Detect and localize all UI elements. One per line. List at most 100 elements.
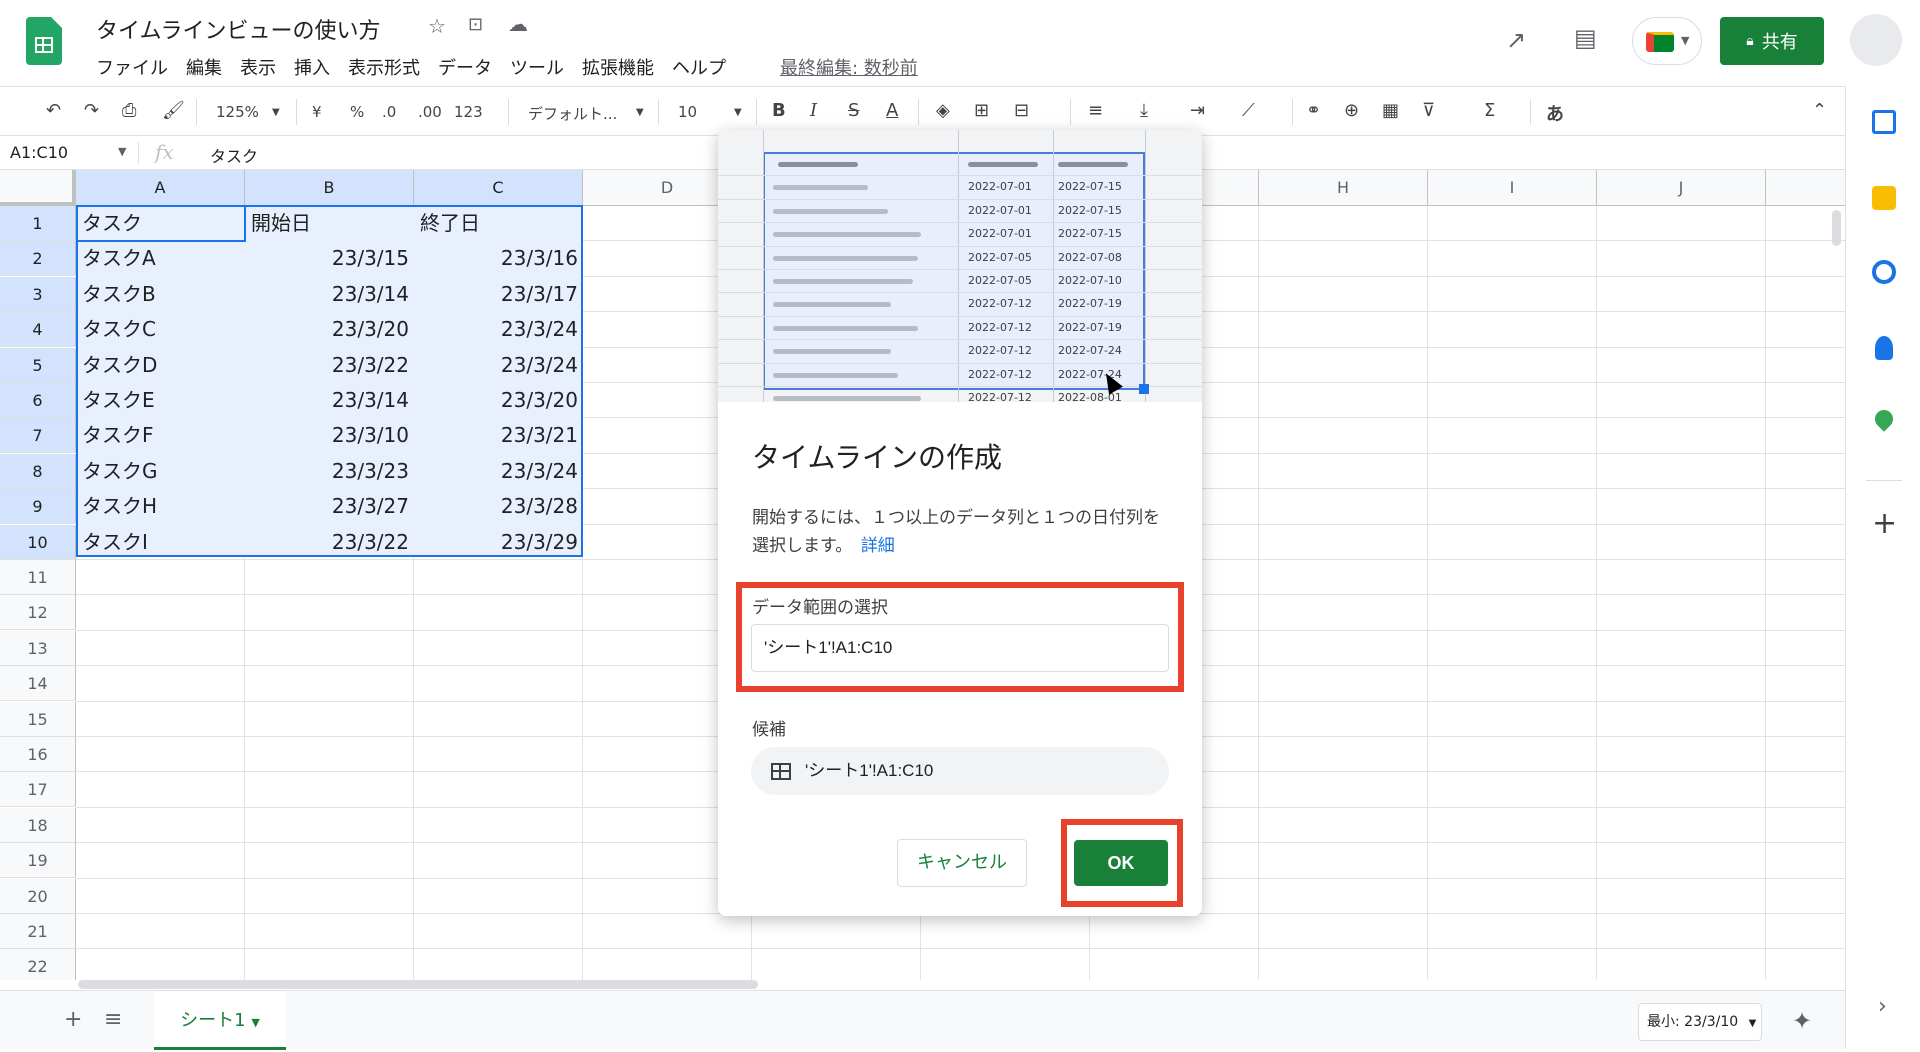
table-cell[interactable]: 23/3/14 — [246, 383, 414, 418]
calendar-icon[interactable] — [1872, 110, 1896, 134]
percent-button[interactable]: % — [350, 103, 364, 121]
more-formats-button[interactable]: 123 — [454, 103, 483, 121]
vertical-scrollbar[interactable] — [1832, 210, 1841, 246]
insert-link-icon[interactable]: ⚭ — [1306, 100, 1321, 121]
last-edit-link[interactable]: 最終編集: 数秒前 — [780, 54, 918, 80]
menu-item[interactable]: ツール — [510, 54, 564, 80]
row-header[interactable]: 16 — [0, 737, 76, 772]
table-cell[interactable]: 23/3/24 — [415, 312, 583, 347]
row-header[interactable]: 22 — [0, 949, 76, 980]
summary-stat[interactable]: 最小: 23/3/10 ▼ — [1638, 1003, 1762, 1041]
merge-cells-icon[interactable]: ⊟ — [1014, 100, 1029, 121]
row-header[interactable]: 9 — [0, 489, 76, 525]
table-cell[interactable]: タスクA — [77, 241, 245, 276]
row-header[interactable]: 1 — [0, 206, 76, 241]
fill-color-icon[interactable]: ◈ — [936, 100, 950, 121]
table-cell[interactable]: 23/3/20 — [415, 383, 583, 418]
borders-icon[interactable]: ⊞ — [974, 100, 989, 121]
menu-item[interactable]: 編集 — [186, 54, 222, 80]
row-header[interactable]: 15 — [0, 701, 76, 737]
table-cell[interactable]: タスクF — [77, 418, 245, 453]
cloud-status-icon[interactable]: ☁ — [508, 12, 528, 36]
column-header[interactable]: A — [76, 170, 245, 206]
name-box[interactable]: A1:C10 — [10, 143, 68, 162]
menu-item[interactable]: データ — [438, 54, 492, 80]
zoom-select[interactable]: 125% — [216, 103, 259, 121]
comment-icon[interactable]: ▤ — [1574, 24, 1597, 52]
increase-decimal-button[interactable]: .00 — [418, 103, 442, 121]
text-color-button[interactable]: A — [886, 100, 898, 121]
suggestion-chip[interactable]: 'シート1'!A1:C10 — [751, 747, 1169, 795]
table-cell[interactable]: 23/3/29 — [415, 525, 583, 560]
menu-item[interactable]: ファイル — [96, 54, 168, 80]
row-header[interactable]: 10 — [0, 524, 76, 560]
table-cell[interactable]: 23/3/21 — [415, 418, 583, 453]
redo-icon[interactable]: ↷ — [84, 100, 99, 121]
learn-more-link[interactable]: 詳細 — [861, 536, 895, 556]
decrease-decimal-button[interactable]: .0 — [382, 103, 396, 121]
tasks-icon[interactable] — [1872, 260, 1896, 284]
table-cell[interactable]: タスクC — [77, 312, 245, 347]
add-sheet-icon[interactable]: + — [64, 1007, 82, 1032]
activity-trend-icon[interactable]: ↗ — [1506, 26, 1526, 54]
row-header[interactable]: 12 — [0, 595, 76, 631]
print-icon[interactable]: ⎙ — [122, 100, 136, 121]
paint-format-icon[interactable]: 🖌︎ — [162, 100, 185, 121]
menu-item[interactable]: 挿入 — [294, 54, 330, 80]
table-cell[interactable]: 23/3/23 — [246, 454, 414, 489]
row-header[interactable]: 2 — [0, 241, 76, 277]
horizontal-scrollbar[interactable] — [78, 980, 758, 989]
menu-item[interactable]: 表示形式 — [348, 54, 420, 80]
ok-button[interactable]: OK — [1074, 840, 1168, 886]
row-header[interactable]: 7 — [0, 418, 76, 454]
row-header[interactable]: 13 — [0, 630, 76, 666]
filter-icon[interactable]: ⊽ — [1422, 100, 1435, 121]
insert-comment-icon[interactable]: ⊕ — [1344, 100, 1359, 121]
header-cell[interactable]: タスク — [77, 206, 245, 241]
table-cell[interactable]: タスクD — [77, 348, 245, 383]
column-header[interactable]: B — [245, 170, 414, 206]
vertical-align-icon[interactable]: ⤓ — [1140, 100, 1148, 121]
insert-chart-icon[interactable]: ▦ — [1382, 100, 1399, 121]
text-rotate-icon[interactable]: ⟋ — [1242, 100, 1255, 121]
table-cell[interactable]: タスクH — [77, 489, 245, 524]
sheets-logo-icon[interactable] — [26, 17, 62, 65]
row-header[interactable]: 21 — [0, 914, 76, 949]
formula-input[interactable]: タスク — [210, 143, 258, 167]
column-header[interactable]: J — [1597, 170, 1766, 206]
font-select[interactable]: デフォルト... — [528, 103, 617, 124]
add-addon-icon[interactable]: + — [1872, 506, 1897, 541]
font-size-select[interactable]: 10 — [678, 103, 697, 121]
row-header[interactable]: 17 — [0, 772, 76, 808]
keep-icon[interactable] — [1872, 186, 1896, 210]
maps-icon[interactable] — [1871, 406, 1897, 432]
document-title[interactable]: タイムラインビューの使い方 — [96, 13, 380, 45]
star-icon[interactable]: ☆ — [428, 14, 446, 38]
undo-icon[interactable]: ↶ — [46, 100, 61, 121]
table-cell[interactable]: 23/3/27 — [246, 489, 414, 524]
chevron-right-icon[interactable]: › — [1878, 994, 1887, 1019]
avatar[interactable] — [1850, 14, 1902, 66]
row-header[interactable]: 8 — [0, 453, 76, 489]
table-cell[interactable]: 23/3/14 — [246, 277, 414, 312]
table-cell[interactable]: 23/3/24 — [415, 348, 583, 383]
table-cell[interactable]: 23/3/16 — [415, 241, 583, 276]
row-header[interactable]: 11 — [0, 560, 76, 595]
all-sheets-icon[interactable]: ≡ — [104, 1007, 122, 1032]
row-header[interactable]: 19 — [0, 843, 76, 879]
input-tools-button[interactable]: あ — [1546, 100, 1564, 126]
menu-item[interactable]: 拡張機能 — [582, 54, 654, 80]
table-cell[interactable]: 23/3/10 — [246, 418, 414, 453]
table-cell[interactable]: タスクE — [77, 383, 245, 418]
table-cell[interactable]: 23/3/28 — [415, 489, 583, 524]
row-header[interactable]: 20 — [0, 878, 76, 914]
bold-button[interactable]: B — [772, 100, 786, 121]
header-cell[interactable]: 開始日 — [246, 206, 414, 241]
table-cell[interactable]: 23/3/20 — [246, 312, 414, 347]
cancel-button[interactable]: キャンセル — [897, 839, 1027, 887]
move-folder-icon[interactable]: ⊡ — [468, 14, 483, 35]
row-header[interactable]: 6 — [0, 383, 76, 418]
table-cell[interactable]: 23/3/15 — [246, 241, 414, 276]
menu-item[interactable]: ヘルプ — [672, 54, 726, 80]
share-button[interactable]: 🔒︎ 共有 — [1720, 17, 1824, 65]
